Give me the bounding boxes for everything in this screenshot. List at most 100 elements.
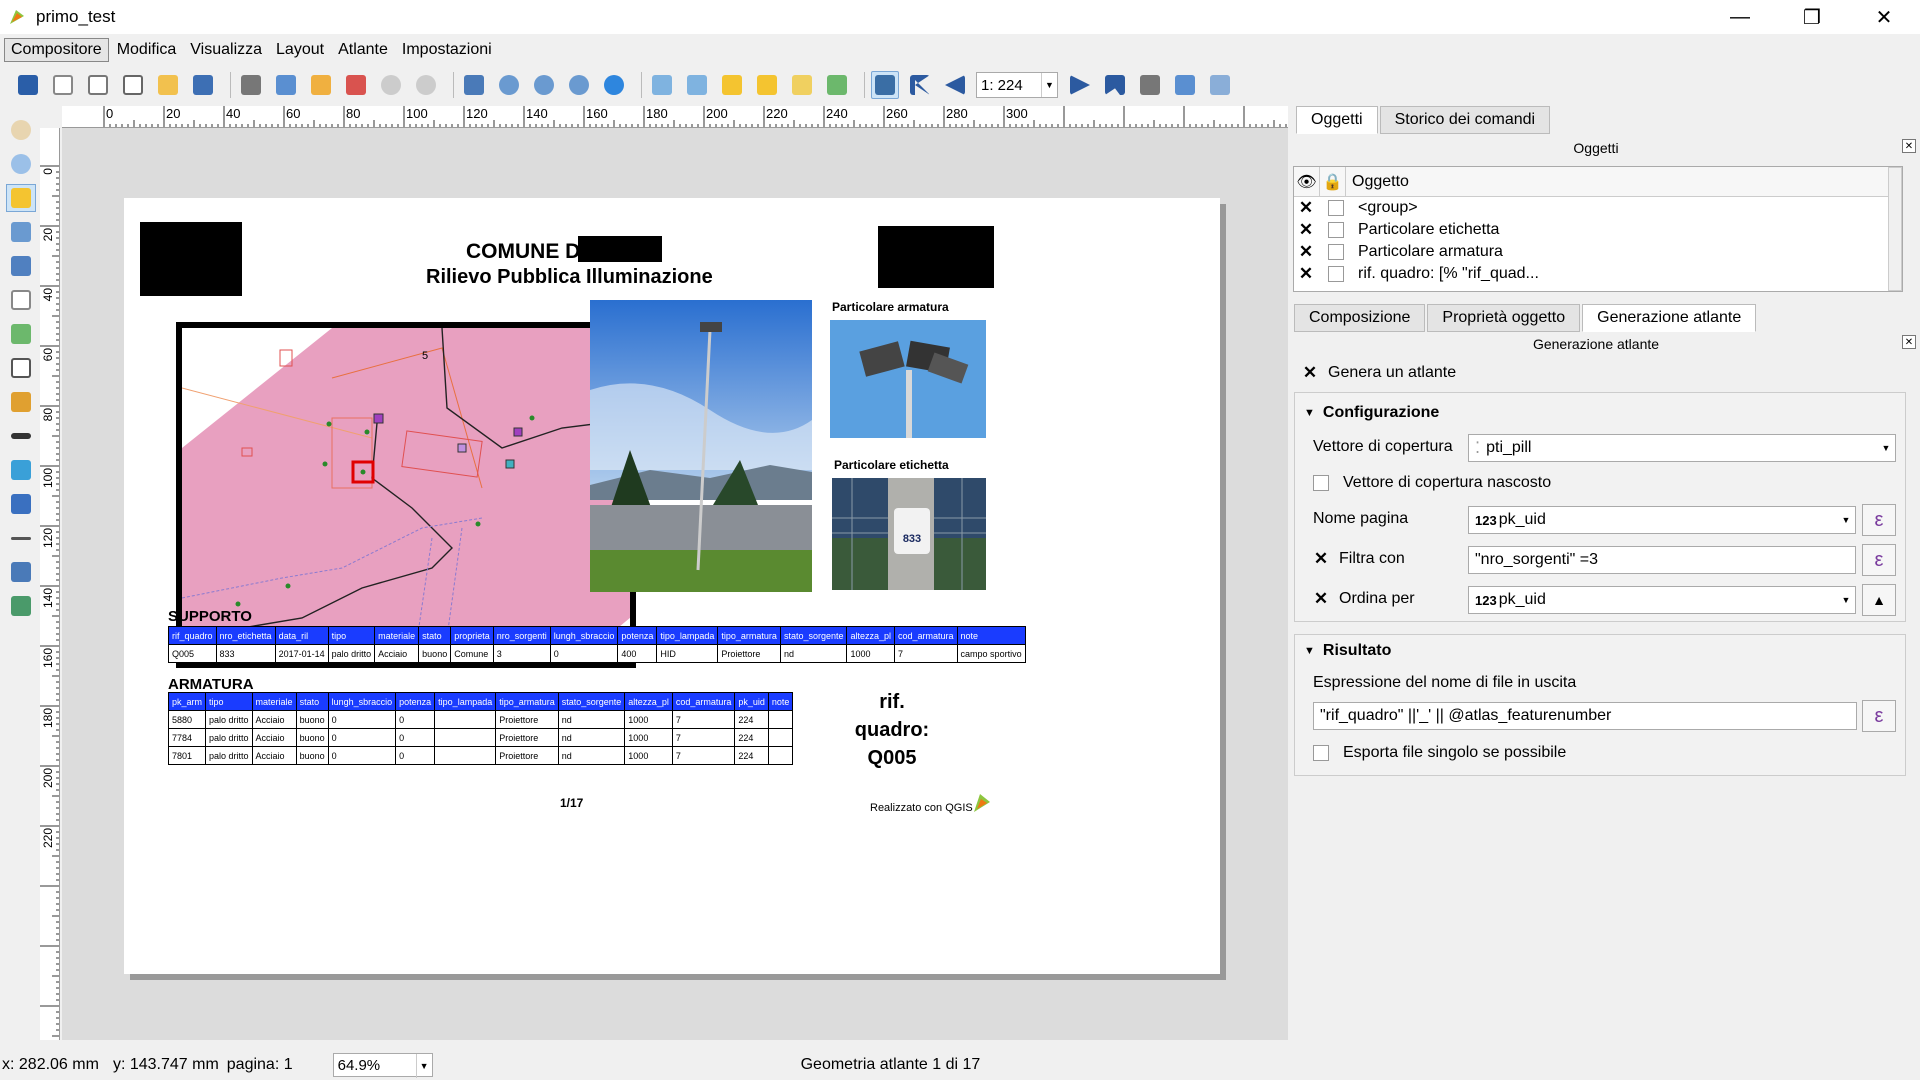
sort-ascending-icon[interactable]: ▲ (1862, 584, 1896, 616)
lock-checkbox[interactable] (1328, 200, 1344, 216)
list-item[interactable]: ✕ <group> (1294, 197, 1902, 219)
previous-feature-icon[interactable] (941, 71, 969, 99)
print-icon[interactable] (237, 71, 265, 99)
page-number[interactable]: 1/17 (560, 796, 583, 810)
layout-subtitle[interactable]: Rilievo Pubblica Illuminazione (426, 266, 713, 289)
maximize-button[interactable]: ❐ (1776, 0, 1848, 34)
add-arrow-icon[interactable] (6, 524, 36, 552)
menu-layout[interactable]: Layout (270, 39, 330, 61)
unlock-icon[interactable] (753, 71, 781, 99)
close-icon[interactable]: ✕ (1902, 139, 1916, 153)
add-html-frame-icon[interactable] (6, 592, 36, 620)
armatura-title[interactable]: ARMATURA (168, 676, 254, 693)
undo-icon[interactable] (377, 71, 405, 99)
visible-checkbox[interactable]: ✕ (1298, 198, 1314, 217)
next-feature-icon[interactable] (1066, 71, 1094, 99)
filtra-checkbox[interactable]: ✕ (1313, 549, 1329, 568)
zoom-out-icon[interactable] (565, 71, 593, 99)
lock-checkbox[interactable] (1328, 266, 1344, 282)
genera-atlante-row[interactable]: ✕ Genera un atlante (1302, 363, 1456, 382)
composer-canvas[interactable]: COMUNE DI Rilievo Pubblica Illuminazione (62, 128, 1288, 1040)
menu-modifica[interactable]: Modifica (111, 39, 183, 61)
genera-atlante-checkbox[interactable]: ✕ (1302, 363, 1318, 382)
label-particolare-etichetta[interactable]: Particolare etichetta (834, 458, 949, 472)
filtra-input[interactable]: "nro_sorgenti" =3 (1468, 546, 1856, 574)
add-shape-icon[interactable] (6, 456, 36, 484)
zoom-tool-icon[interactable] (6, 150, 36, 178)
group-icon[interactable] (648, 71, 676, 99)
tab-proprieta-oggetto[interactable]: Proprietà oggetto (1427, 304, 1581, 332)
visible-checkbox[interactable]: ✕ (1298, 264, 1314, 283)
raise-items-icon[interactable] (788, 71, 816, 99)
lock-checkbox[interactable] (1328, 244, 1344, 260)
nome-pagina-combo[interactable]: 123 pk_uid ▼ (1468, 506, 1856, 534)
zoom-combo[interactable]: 64.9% ▼ (332, 1053, 433, 1078)
move-content-icon[interactable] (6, 218, 36, 246)
objects-scrollbar[interactable] (1888, 167, 1902, 291)
select-move-icon[interactable] (6, 184, 36, 212)
refresh-icon[interactable] (600, 71, 628, 99)
list-item[interactable]: ✕ Particolare armatura (1294, 241, 1902, 263)
list-item[interactable]: ✕ rif. quadro: [% "rif_quad... (1294, 263, 1902, 285)
save-template-icon[interactable] (189, 71, 217, 99)
duplicate-composer-icon[interactable] (84, 71, 112, 99)
add-node-item-icon[interactable] (6, 490, 36, 518)
add-scalebar-icon[interactable] (6, 422, 36, 450)
lock-checkbox[interactable] (1328, 222, 1344, 238)
esporta-checkbox[interactable] (1313, 745, 1329, 761)
qgis-logo-icon[interactable] (970, 790, 994, 816)
nascosto-row[interactable]: Vettore di copertura nascosto (1313, 474, 1551, 492)
add-attribute-table-icon[interactable] (6, 558, 36, 586)
logo-redacted-left[interactable] (140, 222, 242, 296)
risultato-title[interactable]: ▼ Risultato (1304, 642, 1391, 660)
ungroup-icon[interactable] (683, 71, 711, 99)
photo-armatura[interactable] (830, 320, 986, 438)
save-icon[interactable] (14, 71, 42, 99)
rif-quadro-label[interactable]: rif. quadro: Q005 (842, 688, 942, 772)
expression-icon[interactable]: ε (1862, 504, 1896, 536)
list-item[interactable]: ✕ Particolare etichetta (1294, 219, 1902, 241)
print-atlas-icon[interactable] (1136, 71, 1164, 99)
supporto-title[interactable]: SUPPORTO (168, 608, 252, 625)
label-particolare-armatura[interactable]: Particolare armatura (832, 300, 949, 314)
close-button[interactable]: ✕ (1848, 0, 1920, 34)
new-composer-icon[interactable] (49, 71, 77, 99)
atlas-settings-icon[interactable] (1206, 71, 1234, 99)
tab-storico-comandi[interactable]: Storico dei comandi (1379, 106, 1551, 134)
menu-atlante[interactable]: Atlante (332, 39, 394, 61)
filtra-row[interactable]: ✕ Filtra con (1313, 549, 1405, 568)
add-map-icon[interactable] (6, 286, 36, 314)
composer-manager-icon[interactable] (119, 71, 147, 99)
tab-composizione[interactable]: Composizione (1294, 304, 1426, 332)
ordina-row[interactable]: ✕ Ordina per (1313, 589, 1415, 608)
export-image-icon[interactable] (272, 71, 300, 99)
realizzato-label[interactable]: Realizzato con QGIS (870, 802, 973, 814)
photo-main[interactable] (590, 300, 812, 592)
pan-icon[interactable] (6, 116, 36, 144)
layout-title[interactable]: COMUNE DI (466, 240, 586, 264)
zoom-in-icon[interactable] (530, 71, 558, 99)
supporto-table[interactable]: rif_quadro nro_etichetta data_ril tipo mater… (168, 626, 1026, 663)
add-image-icon[interactable] (6, 320, 36, 348)
add-label-icon[interactable] (6, 354, 36, 382)
layout-page[interactable]: COMUNE DI Rilievo Pubblica Illuminazione (124, 198, 1220, 974)
tab-oggetti[interactable]: Oggetti (1296, 106, 1378, 134)
export-atlas-icon[interactable] (1171, 71, 1199, 99)
last-feature-icon[interactable] (1101, 71, 1129, 99)
export-svg-icon[interactable] (307, 71, 335, 99)
minimize-button[interactable]: — (1704, 0, 1776, 34)
expression-icon[interactable]: ε (1862, 700, 1896, 732)
menu-impostazioni[interactable]: Impostazioni (396, 39, 498, 61)
menu-compositore[interactable]: Compositore (4, 38, 109, 62)
zoom-full-icon[interactable] (460, 71, 488, 99)
first-feature-icon[interactable] (906, 71, 934, 99)
tab-generazione-atlante[interactable]: Generazione atlante (1582, 304, 1757, 332)
close-icon[interactable]: ✕ (1902, 335, 1916, 349)
redo-icon[interactable] (412, 71, 440, 99)
edit-nodes-icon[interactable] (6, 252, 36, 280)
expression-icon[interactable]: ε (1862, 544, 1896, 576)
align-items-icon[interactable] (823, 71, 851, 99)
open-template-icon[interactable] (154, 71, 182, 99)
visible-checkbox[interactable]: ✕ (1298, 242, 1314, 261)
ordina-combo[interactable]: 123 pk_uid ▼ (1468, 586, 1856, 614)
